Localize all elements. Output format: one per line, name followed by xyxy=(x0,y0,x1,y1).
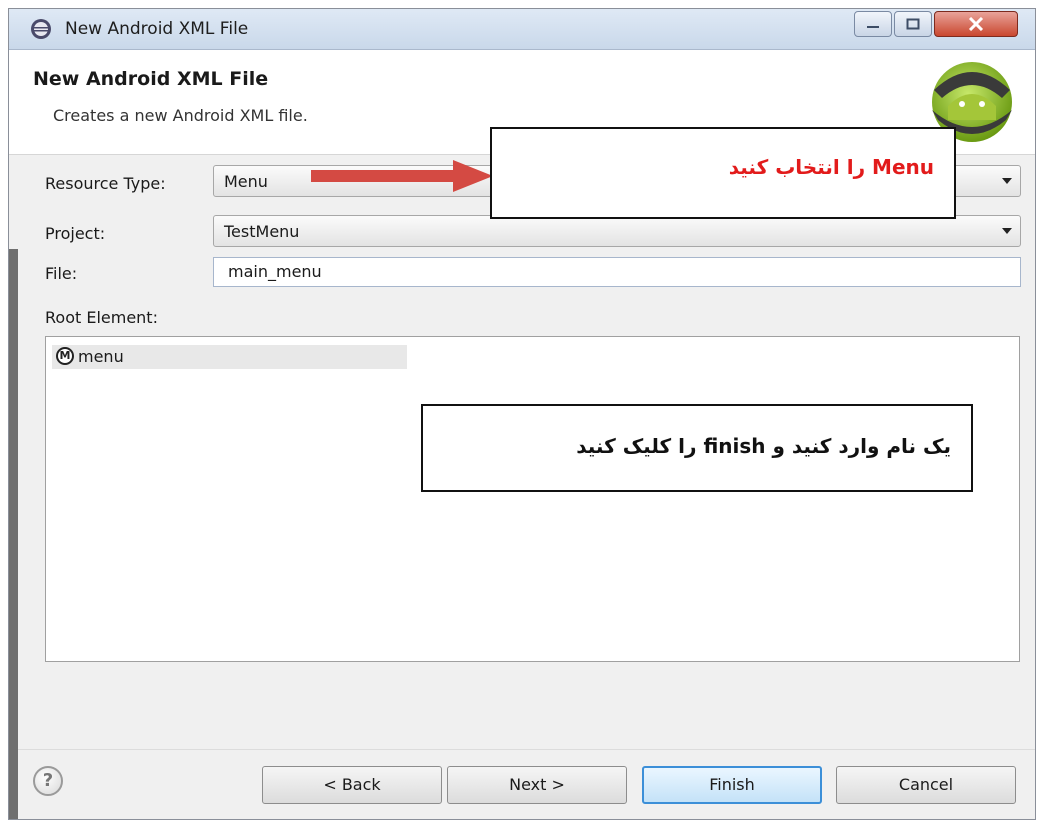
list-item-label: menu xyxy=(78,347,124,366)
back-button[interactable]: < Back xyxy=(262,766,442,804)
footer-divider xyxy=(9,749,1035,750)
file-name-input[interactable] xyxy=(228,262,1008,281)
annotation-arrow-icon xyxy=(311,160,493,192)
minimize-button[interactable] xyxy=(854,11,892,37)
chevron-down-icon xyxy=(1002,228,1012,234)
list-item[interactable]: M menu xyxy=(52,345,407,369)
finish-button[interactable]: Finish xyxy=(642,766,822,804)
maximize-button[interactable] xyxy=(894,11,932,37)
wizard-title: New Android XML File xyxy=(33,68,269,90)
title-bar: New Android XML File xyxy=(9,9,1035,50)
help-icon[interactable]: ? xyxy=(33,766,63,796)
left-edge-strip xyxy=(9,249,18,819)
annotation-enter-name-text: یک نام وارد کنید و finish را کلیک کنید xyxy=(576,434,951,458)
file-label: File: xyxy=(45,264,78,283)
chevron-down-icon xyxy=(1002,178,1012,184)
project-dropdown[interactable]: TestMenu xyxy=(213,215,1021,247)
file-name-field[interactable] xyxy=(213,257,1021,287)
annotation-enter-name: یک نام وارد کنید و finish را کلیک کنید xyxy=(421,404,973,492)
menu-element-icon: M xyxy=(56,347,74,365)
close-icon xyxy=(968,17,984,31)
project-label: Project: xyxy=(45,224,106,243)
close-button[interactable] xyxy=(934,11,1018,37)
window-title: New Android XML File xyxy=(65,19,249,39)
minimize-icon xyxy=(867,26,879,28)
annotation-select-menu: Menu را انتخاب کنید xyxy=(490,127,956,219)
wizard-description: Creates a new Android XML file. xyxy=(53,106,308,125)
eclipse-icon xyxy=(31,19,51,39)
resource-type-label: Resource Type: xyxy=(45,174,166,193)
annotation-select-menu-text: Menu را انتخاب کنید xyxy=(728,155,934,179)
maximize-icon xyxy=(906,18,920,30)
cancel-button[interactable]: Cancel xyxy=(836,766,1016,804)
root-element-label: Root Element: xyxy=(45,308,158,327)
next-button[interactable]: Next > xyxy=(447,766,627,804)
project-value: TestMenu xyxy=(224,222,300,241)
root-element-list[interactable]: M menu xyxy=(45,336,1020,662)
resource-type-value: Menu xyxy=(224,172,268,191)
